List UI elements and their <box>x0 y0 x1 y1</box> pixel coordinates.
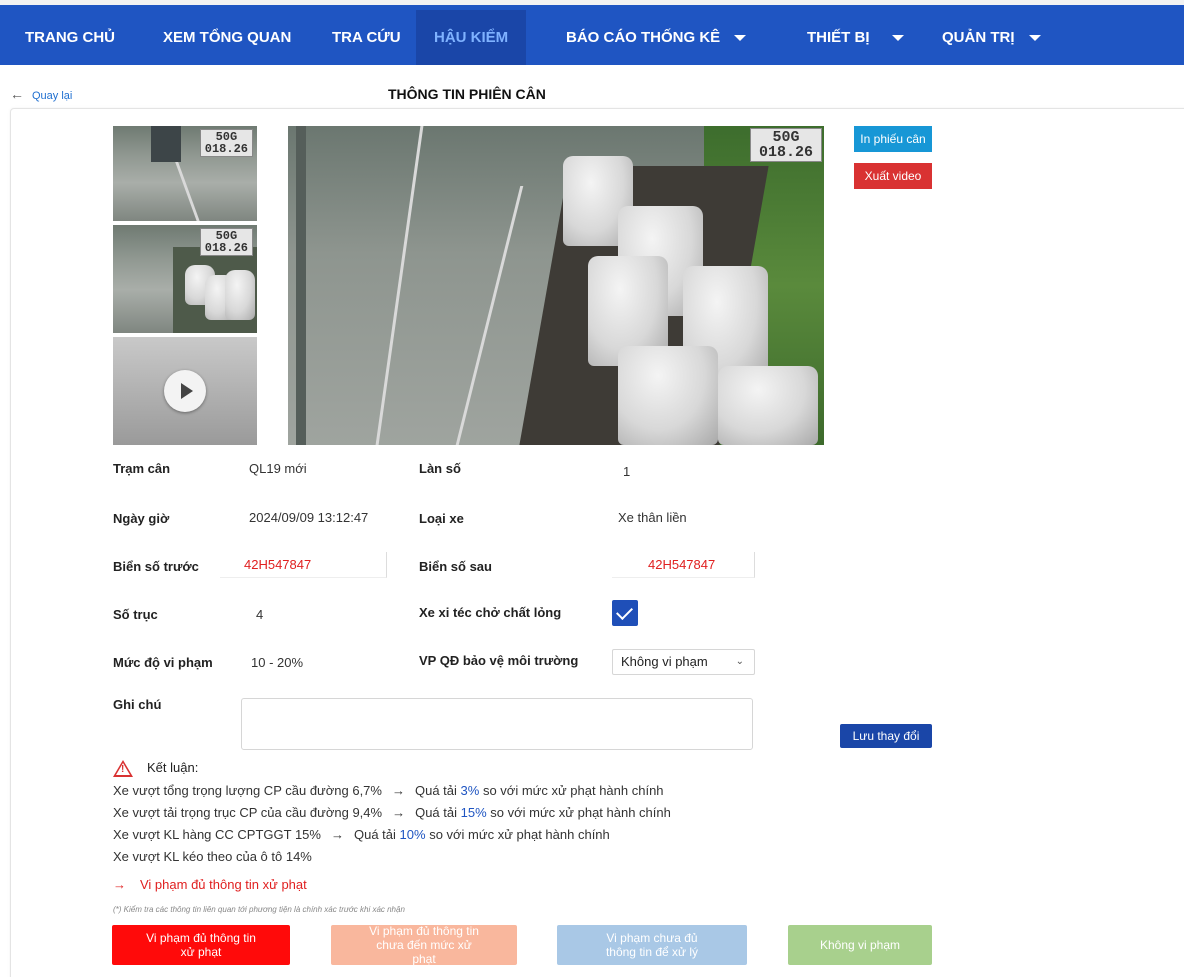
warning-icon <box>113 760 133 778</box>
plate-crop: 50G 018.26 <box>199 129 253 157</box>
verification-note: (*) Kiểm tra các thông tin liên quan tới… <box>113 905 405 914</box>
plate-crop-bottom: 018.26 <box>204 241 248 255</box>
thumbnail-side-camera[interactable]: 50G 018.26 <box>113 225 257 333</box>
conclusion-line: Xe vượt KL hàng CC CPTGGT 15% → Quá tải 10… <box>113 827 610 842</box>
arrow-left-icon: ← <box>10 86 24 102</box>
caret-down-icon <box>734 35 747 42</box>
caret-down-icon <box>1028 35 1041 42</box>
arrow-right-icon: → <box>392 805 406 820</box>
print-ticket-button[interactable]: In phiếu cân <box>854 126 932 152</box>
thumbnail-front-camera[interactable]: 50G 018.26 <box>113 126 257 221</box>
tanker-label: Xe xi téc chở chất lỏng <box>419 605 562 620</box>
play-icon[interactable] <box>164 370 206 412</box>
video-thumbnail[interactable] <box>113 337 257 445</box>
arrow-right-icon: → <box>391 783 405 798</box>
nav-item-devices[interactable]: THIẾT BỊ <box>807 10 904 65</box>
chevron-down-icon: ⌄ <box>735 656 744 667</box>
env-violation-select[interactable]: Không vi phạm ⌄ <box>612 649 755 675</box>
plate-crop: 50G 018.26 <box>199 228 253 256</box>
plate-crop: 50G 018.26 <box>749 128 822 162</box>
top-nav: TRANG CHỦ XEM TỔNG QUAN TRA CỨU HẬU KIỂM… <box>0 0 1184 65</box>
conclusion-line: Xe vượt tải trọng trục CP của cầu đường … <box>113 805 671 820</box>
nav-item-home[interactable]: TRANG CHỦ <box>25 10 115 65</box>
vehicle-type-value: Xe thân liền <box>618 510 687 525</box>
violation-below-penalty-button[interactable]: Vi phạm đủ thông tin chưa đến mức xử phạ… <box>331 924 517 966</box>
nav-item-devices-label: THIẾT BỊ <box>807 29 870 46</box>
nav-item-overview[interactable]: XEM TỔNG QUAN <box>163 10 291 65</box>
front-plate-label: Biển số trước <box>113 559 199 574</box>
no-violation-button[interactable]: Không vi phạm <box>788 925 932 965</box>
verdict: → Vi phạm đủ thông tin xử phạt <box>113 877 307 892</box>
back-label: Quay lại <box>32 90 73 102</box>
note-textarea[interactable] <box>241 698 753 750</box>
rear-plate-label: Biển số sau <box>419 559 492 574</box>
nav-item-reports[interactable]: BÁO CÁO THỐNG KÊ <box>566 10 747 65</box>
violation-level-label: Mức độ vi phạm <box>113 655 213 670</box>
nav-item-lookup[interactable]: TRA CỨU <box>332 10 401 65</box>
back-link[interactable]: ← Quay lại <box>10 86 72 102</box>
pole-shape <box>296 126 306 445</box>
tanker-checkbox[interactable] <box>612 600 638 626</box>
conclusion-line: Xe vượt tổng trọng lượng CP cầu đường 6,… <box>113 783 664 798</box>
axles-value: 4 <box>256 607 264 622</box>
plate-crop-bottom: 018.26 <box>204 142 248 156</box>
conclusion-line: Xe vượt KL kéo theo của ô tô 14% <box>113 849 312 864</box>
datetime-label: Ngày giờ <box>113 511 170 526</box>
violation-insufficient-info-button[interactable]: Vi phạm chưa đủ thông tin để xử lý <box>557 925 747 965</box>
note-label: Ghi chú <box>113 697 162 712</box>
plate-crop-top: 50G <box>772 129 800 146</box>
nav-item-admin[interactable]: QUẢN TRỊ <box>942 10 1041 65</box>
violation-full-info-button[interactable]: Vi phạm đủ thông tin xử phạt <box>112 925 290 965</box>
arrow-right-icon: → <box>113 877 126 892</box>
violation-level-value: 10 - 20% <box>251 655 304 670</box>
axles-label: Số trục <box>113 607 158 622</box>
lane-value: 1 <box>623 464 631 479</box>
rear-plate-input[interactable]: 42H547847 <box>612 552 755 578</box>
lane-label: Làn số <box>419 461 461 476</box>
datetime-value: 2024/09/09 13:12:47 <box>249 510 369 525</box>
export-video-button[interactable]: Xuất video <box>854 163 932 189</box>
verdict-text: Vi phạm đủ thông tin xử phạt <box>140 877 307 892</box>
conclusion-heading: Kết luận: <box>113 760 199 778</box>
save-changes-button[interactable]: Lưu thay đổi <box>840 724 932 748</box>
conclusion-title: Kết luận: <box>147 760 199 775</box>
truck-shape <box>151 126 181 162</box>
main-camera-image: 50G 018.26 <box>288 126 824 445</box>
nav-item-admin-label: QUẢN TRỊ <box>942 29 1015 46</box>
vehicle-type-label: Loại xe <box>419 511 464 526</box>
nav-item-reports-label: BÁO CÁO THỐNG KÊ <box>566 29 721 46</box>
caret-down-icon <box>891 35 904 42</box>
page-title: THÔNG TIN PHIÊN CÂN <box>388 86 546 102</box>
front-plate-input[interactable]: 42H547847 <box>220 552 387 578</box>
station-label: Trạm cân <box>113 461 171 476</box>
arrow-right-icon: → <box>330 827 344 842</box>
nav-item-post-inspection[interactable]: HẬU KIỂM <box>416 10 527 65</box>
station-value: QL19 mới <box>249 461 307 476</box>
env-violation-label: VP QĐ bảo vệ môi trường <box>419 653 579 668</box>
plate-crop-bottom: 018.26 <box>758 144 813 161</box>
env-violation-value: Không vi phạm <box>621 654 708 669</box>
